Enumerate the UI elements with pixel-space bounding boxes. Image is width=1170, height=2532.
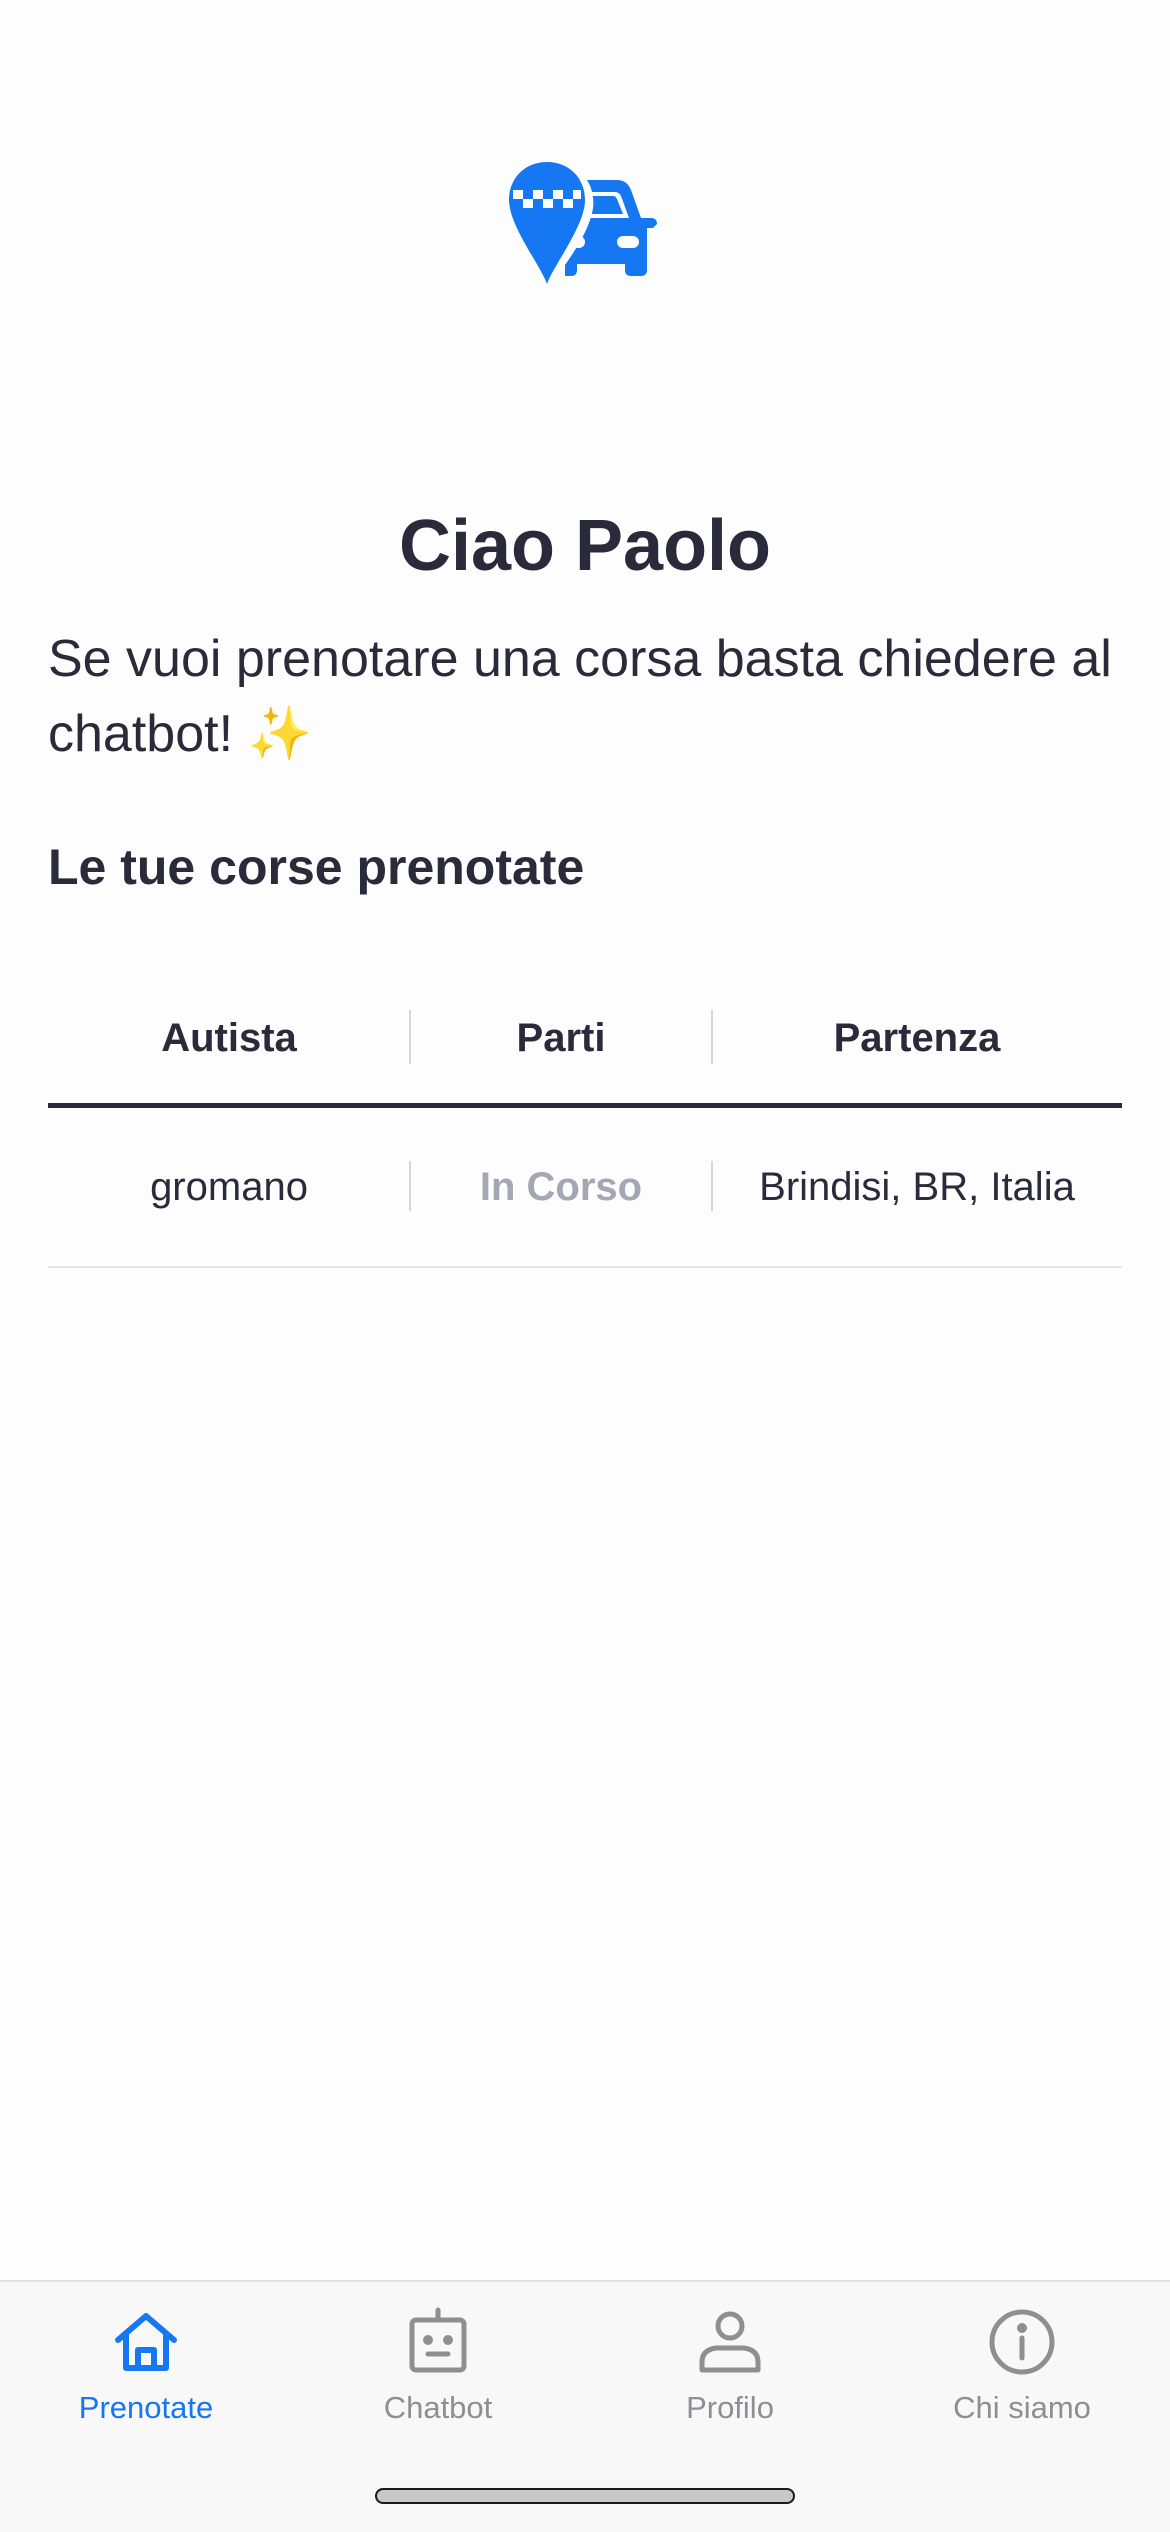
tab-label: Chatbot [383,2390,493,2425]
tab-label: Profilo [686,2390,774,2425]
table-header: Autista Parti Partenza [48,990,1122,1108]
home-icon [115,2313,177,2371]
status-cell: In Corso [479,1164,643,1209]
column-header-driver[interactable]: Autista [48,990,410,1103]
screen: Ciao Paolo Se vuoi prenotare una corsa b… [0,0,1170,2532]
tab-prenotate[interactable]: Prenotate [0,2282,292,2432]
info-icon [989,2309,1055,2375]
tab-chi-siamo[interactable]: Chi siamo [876,2282,1168,2432]
greeting-title: Ciao Paolo [398,506,772,586]
tab-label: Chi siamo [953,2390,1091,2425]
tab-chatbot[interactable]: Chatbot [292,2282,584,2432]
robot-icon [409,2307,467,2373]
intro-text: Se vuoi prenotare una corsa basta chiede… [48,630,1112,763]
tab-profilo[interactable]: Profilo [584,2282,876,2432]
column-header-status[interactable]: Parti [410,990,712,1103]
bookings-table: Autista Parti Partenza gromano In Corso … [48,990,1122,1268]
bookings-section-title: Le tue corse prenotate [48,839,585,895]
driver-cell: gromano [150,1164,308,1209]
table-row[interactable]: gromano In Corso Brindisi, BR, Italia [48,1108,1122,1268]
departure-cell: Brindisi, BR, Italia [759,1164,1075,1209]
person-icon [699,2311,761,2373]
tab-label: Prenotate [78,2390,214,2425]
home-indicator[interactable] [375,2488,795,2504]
taxi-logo-icon [505,158,657,289]
column-header-departure[interactable]: Partenza [712,990,1122,1103]
